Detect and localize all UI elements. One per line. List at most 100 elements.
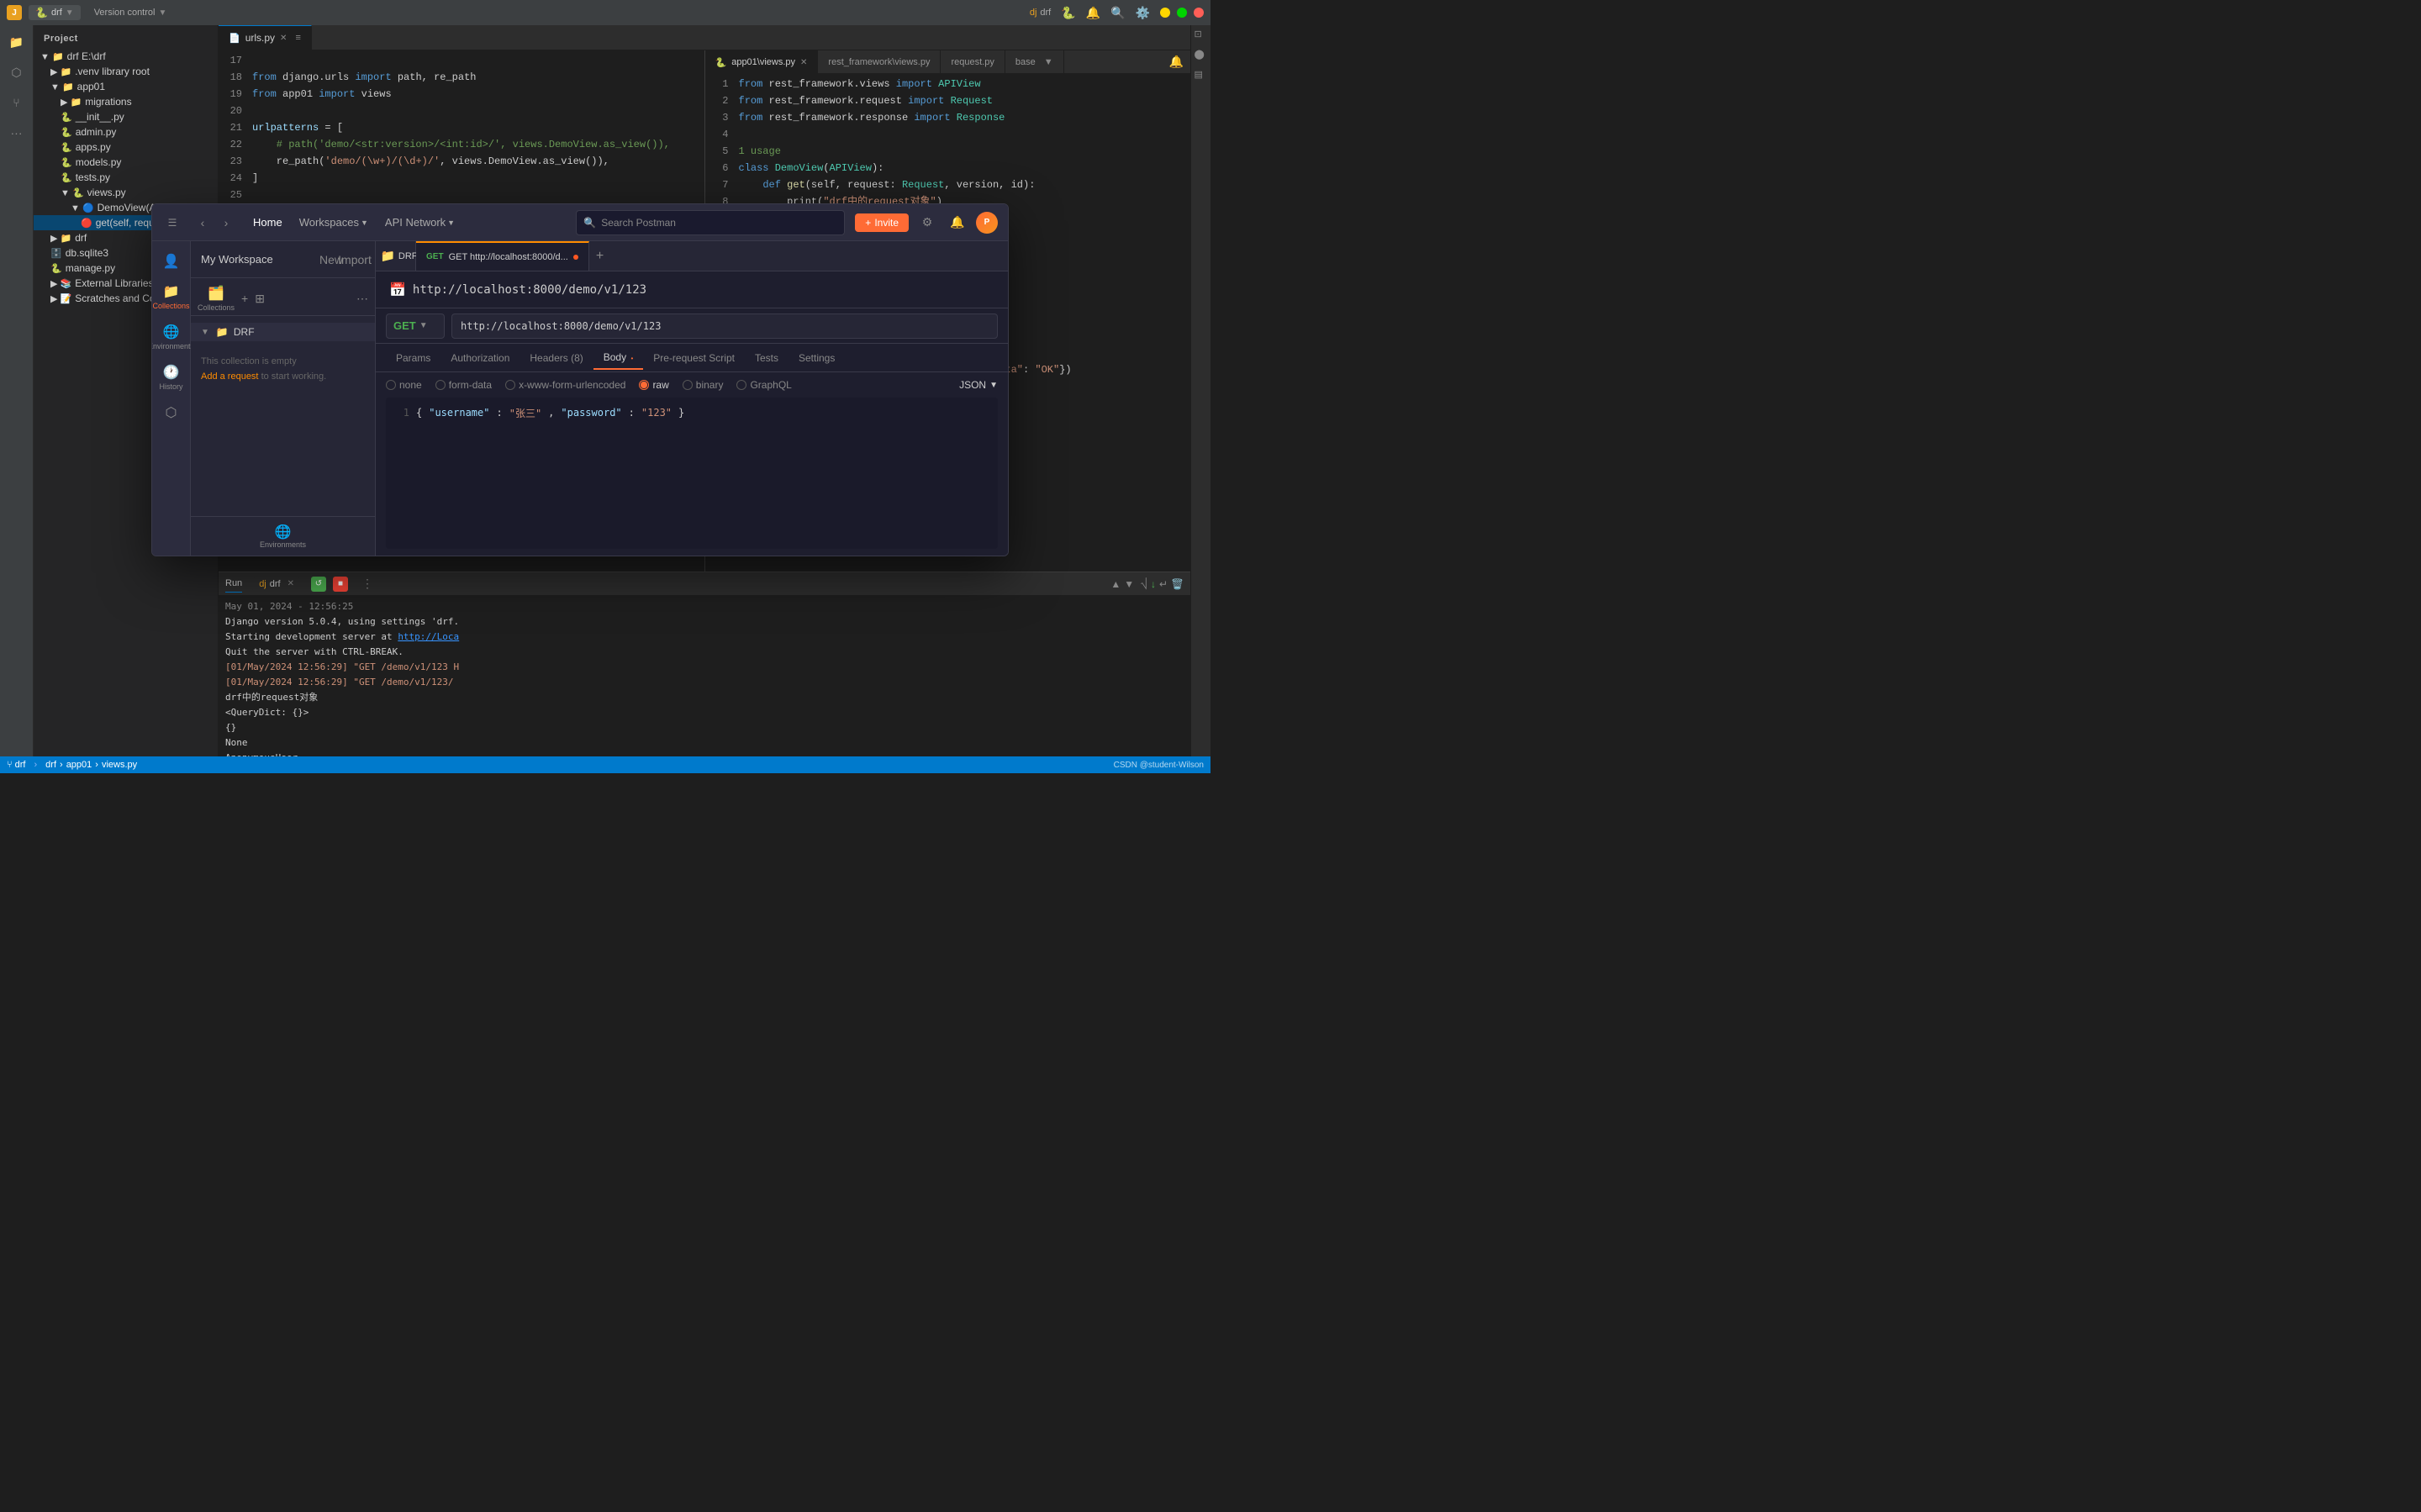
- ide-git-icon[interactable]: ⑂: [7, 92, 27, 113]
- tab-run[interactable]: Run: [225, 575, 242, 593]
- pm-opt-auth[interactable]: Authorization: [440, 347, 520, 369]
- pm-add-icon[interactable]: +: [241, 292, 248, 305]
- tree-item-apps[interactable]: 🐍 apps.py: [34, 140, 218, 155]
- right-sidebar-icon2[interactable]: ⬤: [1195, 49, 1208, 62]
- project-selector[interactable]: 🐍 drf ▼: [29, 5, 81, 20]
- notification-icon[interactable]: 🔔: [1086, 6, 1100, 20]
- scroll-up[interactable]: ▲: [1110, 578, 1121, 590]
- pm-api-network-dropdown[interactable]: API Network ▼: [378, 213, 462, 232]
- pm-radio-none[interactable]: none: [386, 379, 422, 391]
- pm-sidebar-history[interactable]: 🕐 History: [154, 359, 189, 396]
- search-icon[interactable]: 🔍: [1110, 6, 1125, 20]
- pm-opt-body[interactable]: Body •: [593, 346, 644, 370]
- pm-collection-drf[interactable]: ▼ 📁 DRF: [191, 323, 375, 341]
- pm-url-input[interactable]: http://localhost:8000/demo/v1/123: [451, 313, 998, 339]
- pm-notification-icon[interactable]: 🔔: [946, 211, 969, 234]
- pm-radio-graphql-btn[interactable]: [736, 380, 746, 390]
- run-stop-btn[interactable]: ■: [333, 577, 348, 592]
- right-sidebar-icon1[interactable]: ⊡: [1195, 29, 1208, 42]
- pm-radio-urlencoded[interactable]: x-www-form-urlencoded: [505, 379, 625, 391]
- tab-urls-py[interactable]: 📄 urls.py ✕ ≡: [219, 25, 312, 50]
- pm-body-code[interactable]: 1 { "username" : "张三" , "password" : "12…: [386, 398, 998, 549]
- ide-more-icon[interactable]: ···: [7, 123, 27, 143]
- pm-more-icon[interactable]: ⋯: [356, 292, 368, 306]
- run-config[interactable]: dj drf ✕: [252, 577, 301, 591]
- pm-opt-settings[interactable]: Settings: [789, 347, 845, 369]
- maximize-btn[interactable]: [1177, 8, 1187, 18]
- close-btn[interactable]: [1194, 8, 1204, 18]
- pm-workspaces-dropdown[interactable]: Workspaces ▼: [293, 213, 375, 232]
- pm-search-bar[interactable]: 🔍 Search Postman: [576, 210, 845, 235]
- pm-sidebar-flows[interactable]: ⬡: [154, 399, 189, 426]
- user-icon: 👤: [163, 253, 180, 270]
- run-output[interactable]: May 01, 2024 - 12:56:25 Django version 5…: [219, 596, 1190, 756]
- run-more-btn[interactable]: ⋮: [361, 577, 373, 591]
- tree-item-views[interactable]: ▼ 🐍 views.py: [34, 185, 218, 200]
- tab-method-label: GET: [426, 252, 444, 261]
- pm-opt-pre-request[interactable]: Pre-request Script: [643, 347, 745, 369]
- pm-settings-icon[interactable]: ⚙: [915, 211, 939, 234]
- tree-item-migrations[interactable]: ▶ 📁 migrations: [34, 94, 218, 109]
- pm-radio-raw-btn[interactable]: [639, 380, 649, 390]
- pm-radio-raw[interactable]: raw: [639, 379, 668, 391]
- tree-item-admin[interactable]: 🐍 admin.py: [34, 124, 218, 140]
- pm-invite-btn[interactable]: + Invite: [855, 213, 909, 232]
- pm-radio-none-btn[interactable]: [386, 380, 396, 390]
- pm-forward-btn[interactable]: ›: [216, 213, 236, 233]
- pm-radio-form-data-btn[interactable]: [435, 380, 446, 390]
- pm-home-link[interactable]: Home: [246, 213, 289, 232]
- tab-request-py[interactable]: request.py: [941, 50, 1005, 74]
- tab-rest-views[interactable]: rest_framework\views.py: [818, 50, 941, 74]
- minimize-btn[interactable]: [1160, 8, 1170, 18]
- pm-radio-form-data[interactable]: form-data: [435, 379, 492, 391]
- pm-radio-binary-btn[interactable]: [683, 380, 693, 390]
- pm-drf-folder-tab[interactable]: 📁 DRF: [382, 241, 416, 271]
- scroll-down[interactable]: ▼: [1124, 578, 1134, 590]
- tree-item-tests[interactable]: 🐍 tests.py: [34, 170, 218, 185]
- version-control[interactable]: Version control ▼: [87, 6, 174, 19]
- pm-sidebar-environments[interactable]: 🌐 Environments: [154, 319, 189, 356]
- pm-opt-headers[interactable]: Headers (8): [520, 347, 593, 369]
- tree-item-models[interactable]: 🐍 models.py: [34, 155, 218, 170]
- pm-import-btn[interactable]: Import: [345, 250, 365, 270]
- git-branch[interactable]: ⑂ drf: [7, 760, 26, 770]
- pm-add-request-link[interactable]: Add a request: [201, 371, 259, 382]
- pm-radio-binary[interactable]: binary: [683, 379, 724, 391]
- tab-close-urls[interactable]: ✕: [280, 34, 287, 43]
- pm-add-tab[interactable]: +: [589, 249, 610, 264]
- ide-folder-icon[interactable]: 📁: [7, 32, 27, 52]
- pm-collection-icon-btn[interactable]: 🗂️ Collections: [198, 285, 235, 312]
- pm-method-select[interactable]: GET ▼: [386, 313, 445, 339]
- run-clear[interactable]: 🗑️: [1171, 578, 1184, 590]
- pm-radio-graphql[interactable]: GraphQL: [736, 379, 791, 391]
- pm-body-format-selector[interactable]: JSON ▼: [959, 379, 998, 391]
- pm-radio-urlencoded-btn[interactable]: [505, 380, 515, 390]
- tabs-notification[interactable]: 🔔: [1163, 55, 1190, 69]
- pm-active-request-tab[interactable]: GET GET http://localhost:8000/d...: [416, 241, 589, 271]
- pm-avatar[interactable]: P: [976, 212, 998, 234]
- tree-item-app01[interactable]: ▼ 📁 app01: [34, 79, 218, 94]
- tab-views-py[interactable]: 🐍 app01\views.py ✕: [705, 50, 819, 74]
- ide-structure-icon[interactable]: ⬡: [7, 62, 27, 82]
- pm-opt-params[interactable]: Params: [386, 347, 440, 369]
- pm-sidebar-user[interactable]: 👤: [154, 248, 189, 275]
- pm-back-btn[interactable]: ‹: [193, 213, 213, 233]
- right-sidebar-icon3[interactable]: ▤: [1195, 69, 1208, 82]
- run-wrap[interactable]: ↵: [1159, 578, 1168, 590]
- pm-env-icon-btn[interactable]: 🌐 Environments: [260, 524, 306, 549]
- pm-sidebar-collections[interactable]: 📁 Collections: [154, 278, 189, 315]
- pm-opt-tests[interactable]: Tests: [745, 347, 789, 369]
- tree-item-drf[interactable]: ▼ 📁 drf E:\drf: [34, 49, 218, 64]
- tree-item-init[interactable]: 🐍 __init__.py: [34, 109, 218, 124]
- settings-icon[interactable]: ⚙️: [1136, 6, 1150, 20]
- pm-filter-icon[interactable]: ⊞: [255, 292, 265, 306]
- pm-menu-btn[interactable]: ☰: [162, 213, 182, 233]
- tree-item-venv[interactable]: ▶ 📁 .venv library root: [34, 64, 218, 79]
- run-restart-btn[interactable]: ↺: [311, 577, 326, 592]
- pm-sidebar: 👤 📁 Collections 🌐 Environments 🕐 History…: [152, 241, 191, 556]
- pm-nav-links: Home Workspaces ▼ API Network ▼: [246, 213, 462, 232]
- run-filter[interactable]: ⎷: [1141, 577, 1147, 590]
- tab-close-views[interactable]: ✕: [800, 58, 807, 67]
- tab-base-py[interactable]: base ▼: [1005, 50, 1064, 74]
- run-scroll-lock[interactable]: ↓: [1151, 578, 1156, 590]
